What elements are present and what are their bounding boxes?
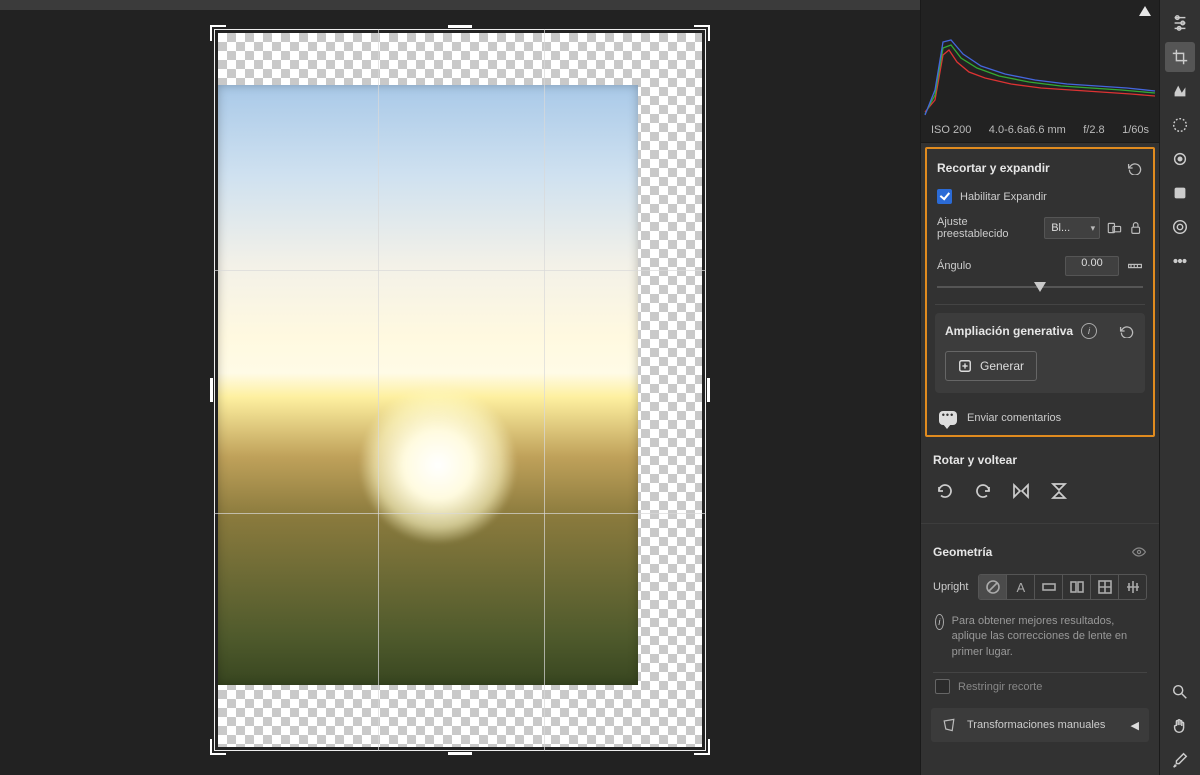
crop-grid-line [378, 29, 379, 751]
straighten-icon[interactable] [1127, 258, 1143, 274]
exif-aperture: f/2.8 [1083, 124, 1104, 136]
flip-vertical-icon[interactable] [1049, 481, 1069, 501]
color-sampler-icon[interactable] [1165, 745, 1195, 775]
generative-expand-panel: Ampliación generativa i Generar [935, 313, 1145, 393]
reset-icon[interactable] [1127, 161, 1143, 175]
tool-strip [1159, 0, 1200, 775]
crop-handle-bottom[interactable] [448, 752, 472, 755]
lock-icon[interactable] [1128, 220, 1143, 236]
geometry-title: Geometría [933, 545, 992, 559]
histogram[interactable] [921, 0, 1159, 120]
upright-off-button[interactable] [979, 575, 1007, 599]
mask-tool-icon[interactable] [1165, 110, 1195, 140]
swap-orientation-icon[interactable] [1106, 220, 1121, 236]
info-icon[interactable]: i [1081, 323, 1097, 339]
rotate-title: Rotar y voltear [933, 453, 1017, 467]
highlight-clip-indicator[interactable] [1139, 6, 1151, 16]
generate-label: Generar [980, 359, 1024, 373]
exif-iso: ISO 200 [931, 124, 971, 136]
zoom-tool-icon[interactable] [1165, 677, 1195, 707]
chevron-down-icon: ▾ [1091, 223, 1096, 234]
slider-thumb-icon[interactable] [1034, 282, 1046, 292]
exif-shutter: 1/60s [1122, 124, 1149, 136]
enable-expand-label: Habilitar Expandir [960, 191, 1047, 203]
angle-slider[interactable] [937, 280, 1143, 294]
crop-handle-bl[interactable] [210, 739, 226, 755]
hand-tool-icon[interactable] [1165, 711, 1195, 741]
manual-transforms-label: Transformaciones manuales [967, 719, 1105, 731]
heal-tool-icon[interactable] [1165, 76, 1195, 106]
crop-panel-title: Recortar y expandir [937, 161, 1050, 175]
canvas-area [0, 0, 920, 775]
geometry-hint: Para obtener mejores resultados, aplique… [952, 614, 1145, 660]
angle-label: Ángulo [937, 260, 971, 272]
crop-grid-line [544, 29, 545, 751]
crop-tool-icon[interactable] [1165, 42, 1195, 72]
upright-buttons: A [978, 574, 1147, 600]
feedback-link[interactable]: Enviar comentarios [929, 403, 1151, 429]
rotate-ccw-icon[interactable] [935, 481, 955, 501]
eye-icon[interactable] [1131, 544, 1147, 560]
generate-icon [958, 359, 972, 373]
snapshots-icon[interactable] [1165, 212, 1195, 242]
preset-value: Bl... [1051, 222, 1070, 234]
top-toolbar [0, 0, 920, 10]
manual-transforms-button[interactable]: Transformaciones manuales ◀ [931, 708, 1149, 742]
crop-border[interactable] [214, 29, 706, 751]
info-icon: i [935, 614, 944, 630]
crop-handle-left[interactable] [210, 378, 213, 402]
upright-vertical-button[interactable] [1063, 575, 1091, 599]
triangle-left-icon: ◀ [1131, 719, 1139, 732]
exif-focal: 4.0-6.6a6.6 mm [989, 124, 1066, 136]
more-icon[interactable] [1165, 246, 1195, 276]
feedback-label: Enviar comentarios [967, 412, 1061, 424]
restrict-crop-label: Restringir recorte [958, 681, 1042, 693]
generative-title: Ampliación generativa [945, 324, 1073, 338]
exif-row: ISO 200 4.0-6.6a6.6 mm f/2.8 1/60s [921, 120, 1159, 143]
reset-icon[interactable] [1119, 324, 1135, 338]
angle-input[interactable]: 0.00 [1065, 256, 1119, 276]
upright-label: Upright [933, 581, 968, 593]
redeye-tool-icon[interactable] [1165, 144, 1195, 174]
preset-select[interactable]: Bl... ▾ [1044, 217, 1100, 239]
crop-handle-top[interactable] [448, 25, 472, 28]
crop-handle-tr[interactable] [694, 25, 710, 41]
rotate-cw-icon[interactable] [973, 481, 993, 501]
flip-horizontal-icon[interactable] [1011, 481, 1031, 501]
enable-expand-checkbox[interactable] [937, 189, 952, 204]
sliders-icon[interactable] [1165, 8, 1195, 38]
crop-frame[interactable] [210, 25, 710, 755]
upright-guided-button[interactable] [1119, 575, 1146, 599]
crop-handle-tl[interactable] [210, 25, 226, 41]
crop-grid-line [214, 270, 706, 271]
crop-expand-panel-highlight: Recortar y expandir Habilitar Expandir A… [925, 147, 1155, 437]
upright-auto-button[interactable]: A [1007, 575, 1035, 599]
speech-bubble-icon [939, 411, 957, 425]
geometry-panel: Geometría Upright A i Para obtener mejor… [921, 528, 1159, 756]
preset-label: Ajuste preestablecido [937, 216, 1038, 240]
crop-handle-br[interactable] [694, 739, 710, 755]
upright-full-button[interactable] [1091, 575, 1119, 599]
crop-grid-line [214, 513, 706, 514]
rotate-flip-panel: Rotar y voltear [921, 437, 1159, 519]
transform-icon [941, 717, 957, 733]
generate-button[interactable]: Generar [945, 351, 1037, 381]
presets-icon[interactable] [1165, 178, 1195, 208]
right-panel: ISO 200 4.0-6.6a6.6 mm f/2.8 1/60s Recor… [920, 0, 1159, 775]
crop-handle-right[interactable] [707, 378, 710, 402]
restrict-crop-checkbox[interactable] [935, 679, 950, 694]
upright-level-button[interactable] [1035, 575, 1063, 599]
